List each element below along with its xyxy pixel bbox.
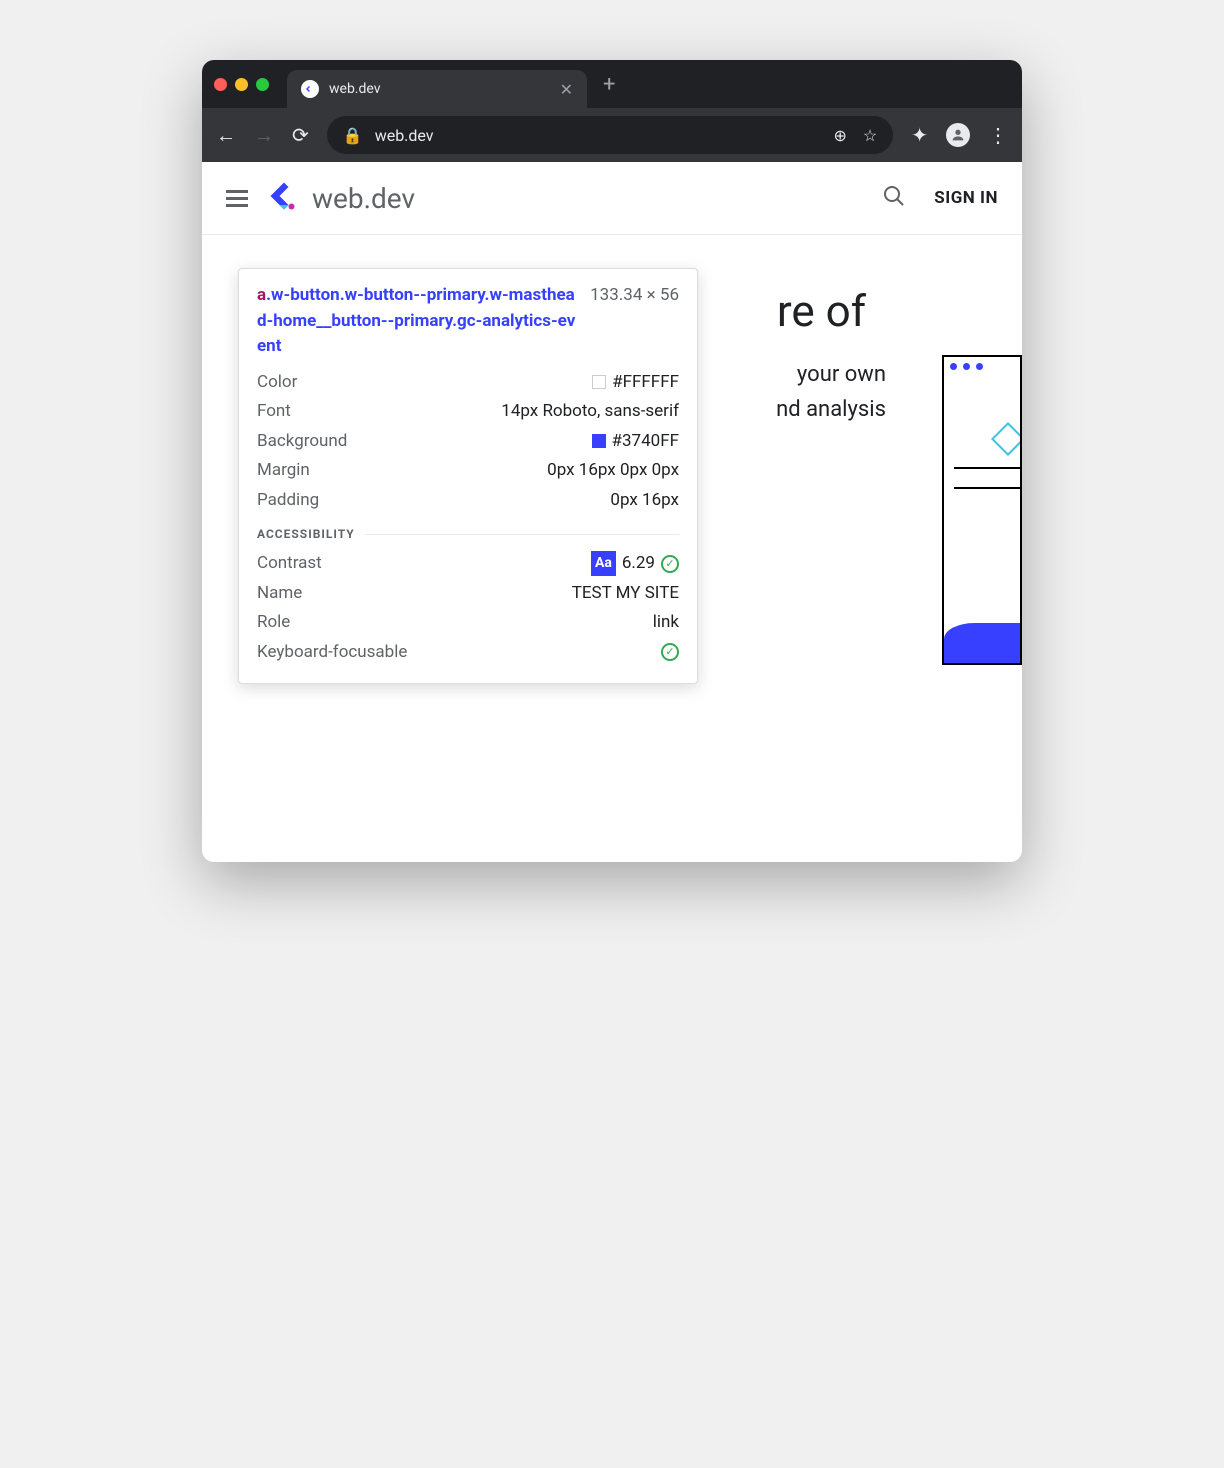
address-bar[interactable]: 🔒 web.dev ⊕ ☆ — [327, 116, 893, 154]
element-dimensions: 133.34 × 56 — [590, 283, 679, 309]
sign-in-link[interactable]: SIGN IN — [934, 188, 998, 208]
tab-bar: web.dev ✕ + — [202, 60, 1022, 108]
close-tab-icon[interactable]: ✕ — [560, 80, 573, 99]
new-tab-button[interactable]: + — [603, 72, 615, 97]
page-content: web.dev SIGN IN re of your own — [202, 162, 1022, 862]
profile-avatar-icon[interactable] — [946, 123, 970, 147]
logo-mark-icon — [266, 178, 302, 218]
style-row-margin: Margin 0px 16px 0px 0px — [257, 458, 679, 484]
logo-text: web.dev — [312, 182, 415, 215]
window-controls — [214, 78, 269, 91]
accessibility-heading: ACCESSIBILITY — [257, 525, 679, 543]
browser-window: web.dev ✕ + ← → ⟳ 🔒 web.dev ⊕ ☆ ✦ — [202, 60, 1022, 862]
browser-tab[interactable]: web.dev ✕ — [287, 70, 587, 108]
chrome-top-bar: web.dev ✕ + ← → ⟳ 🔒 web.dev ⊕ ☆ ✦ — [202, 60, 1022, 162]
site-header: web.dev SIGN IN — [202, 162, 1022, 235]
a11y-row-role: Role link — [257, 610, 679, 636]
check-icon: ✓ — [661, 555, 679, 573]
star-icon[interactable]: ☆ — [863, 126, 877, 145]
devtools-inspect-tooltip: a.w-button.w-button--primary.w-masthead-… — [238, 268, 698, 684]
style-row-background: Background #3740FF — [257, 429, 679, 455]
hamburger-menu-icon[interactable] — [226, 190, 248, 207]
url-text: web.dev — [375, 126, 434, 145]
style-row-padding: Padding 0px 16px — [257, 488, 679, 514]
check-icon: ✓ — [661, 643, 679, 661]
back-icon[interactable]: ← — [216, 123, 236, 148]
style-row-color: Color #FFFFFF — [257, 370, 679, 396]
site-logo[interactable]: web.dev — [266, 178, 415, 218]
a11y-row-contrast: Contrast Aa 6.29 ✓ — [257, 551, 679, 577]
element-selector: a.w-button.w-button--primary.w-masthead-… — [257, 283, 578, 360]
tab-title: web.dev — [329, 81, 550, 97]
lock-icon: 🔒 — [343, 126, 363, 145]
kebab-menu-icon[interactable]: ⋮ — [988, 123, 1008, 147]
reload-icon[interactable]: ⟳ — [292, 123, 309, 147]
add-icon[interactable]: ⊕ — [833, 126, 846, 145]
hero-illustration — [942, 355, 1022, 665]
extensions-icon[interactable]: ✦ — [911, 123, 928, 147]
maximize-window-button[interactable] — [256, 78, 269, 91]
style-row-font: Font 14px Roboto, sans-serif — [257, 399, 679, 425]
browser-toolbar: ← → ⟳ 🔒 web.dev ⊕ ☆ ✦ ⋮ — [202, 108, 1022, 162]
color-swatch-icon — [592, 434, 606, 448]
forward-icon[interactable]: → — [254, 123, 274, 148]
close-window-button[interactable] — [214, 78, 227, 91]
search-icon[interactable] — [882, 184, 906, 212]
contrast-badge: Aa — [591, 551, 616, 576]
minimize-window-button[interactable] — [235, 78, 248, 91]
color-swatch-icon — [592, 375, 606, 389]
a11y-row-focusable: Keyboard-focusable ✓ — [257, 640, 679, 666]
favicon — [301, 80, 319, 98]
a11y-row-name: Name TEST MY SITE — [257, 581, 679, 607]
